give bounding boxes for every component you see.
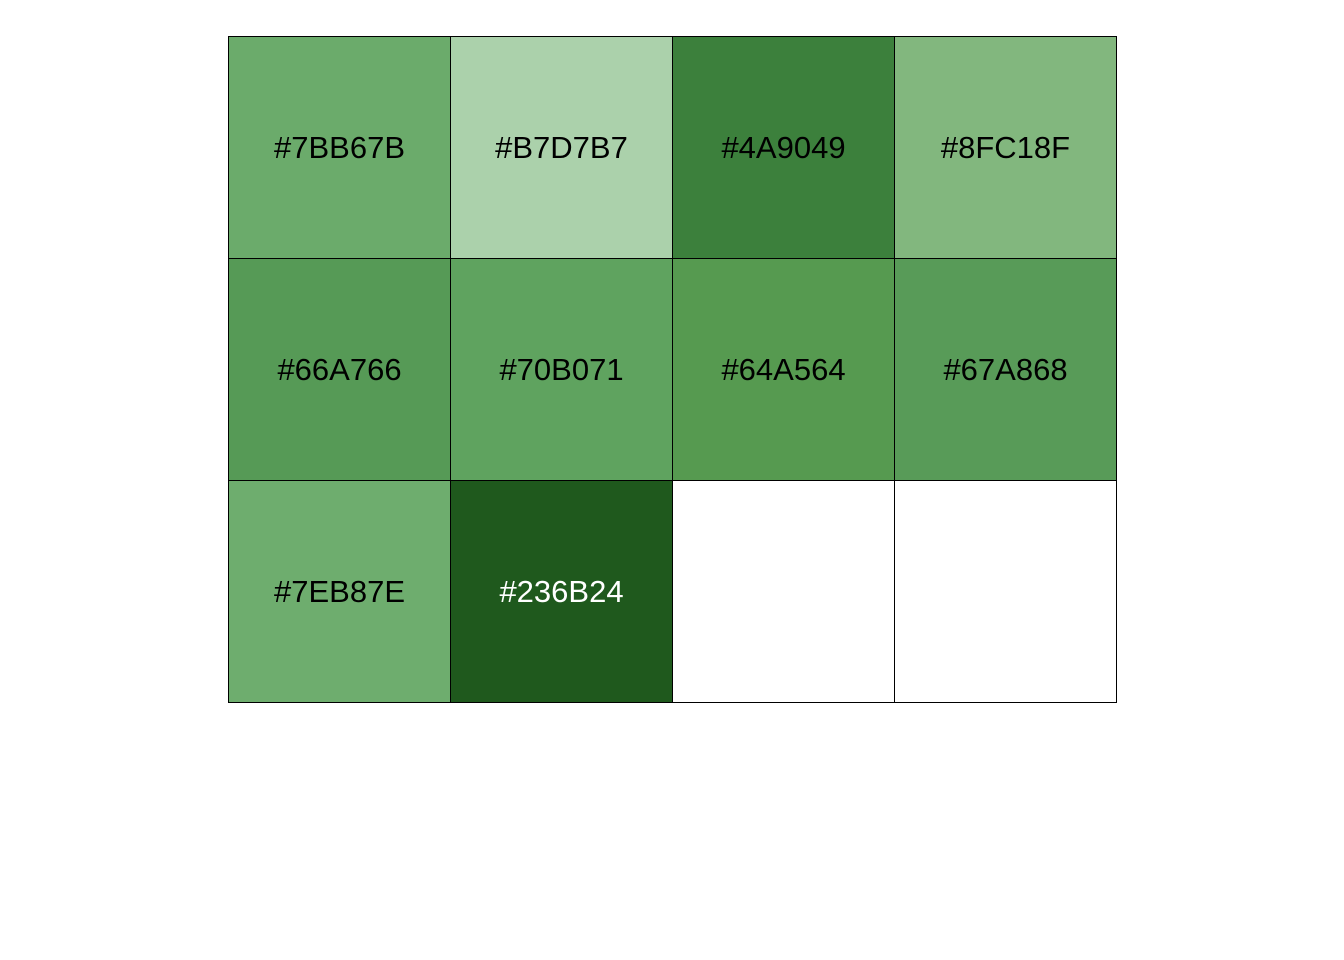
color-swatch: #7EB87E [229, 481, 451, 703]
swatch-hex-label: #236B24 [499, 573, 624, 609]
swatch-hex-label: #B7D7B7 [495, 129, 628, 165]
color-swatch [895, 481, 1117, 703]
swatch-hex-label: #4A9049 [721, 129, 846, 165]
swatch-hex-label: #64A564 [721, 351, 846, 387]
swatch-hex-label: #66A766 [277, 351, 402, 387]
swatch-hex-label: #8FC18F [940, 129, 1071, 165]
swatch-hex-label: #7BB67B [274, 129, 405, 165]
color-swatch: #67A868 [895, 259, 1117, 481]
color-swatch: #B7D7B7 [451, 37, 673, 259]
color-swatch: #70B071 [451, 259, 673, 481]
color-swatch: #66A766 [229, 259, 451, 481]
color-swatch: #4A9049 [673, 37, 895, 259]
swatch-hex-label: #70B071 [499, 351, 624, 387]
color-swatch-grid: #7BB67B #B7D7B7 #4A9049 #8FC18F #66A766 #70B0… [228, 36, 1117, 703]
swatch-hex-label: #67A868 [943, 351, 1068, 387]
color-swatch: #236B24 [451, 481, 673, 703]
color-swatch: #7BB67B [229, 37, 451, 259]
color-swatch [673, 481, 895, 703]
color-swatch: #64A564 [673, 259, 895, 481]
color-swatch: #8FC18F [895, 37, 1117, 259]
swatch-hex-label: #7EB87E [274, 573, 405, 609]
